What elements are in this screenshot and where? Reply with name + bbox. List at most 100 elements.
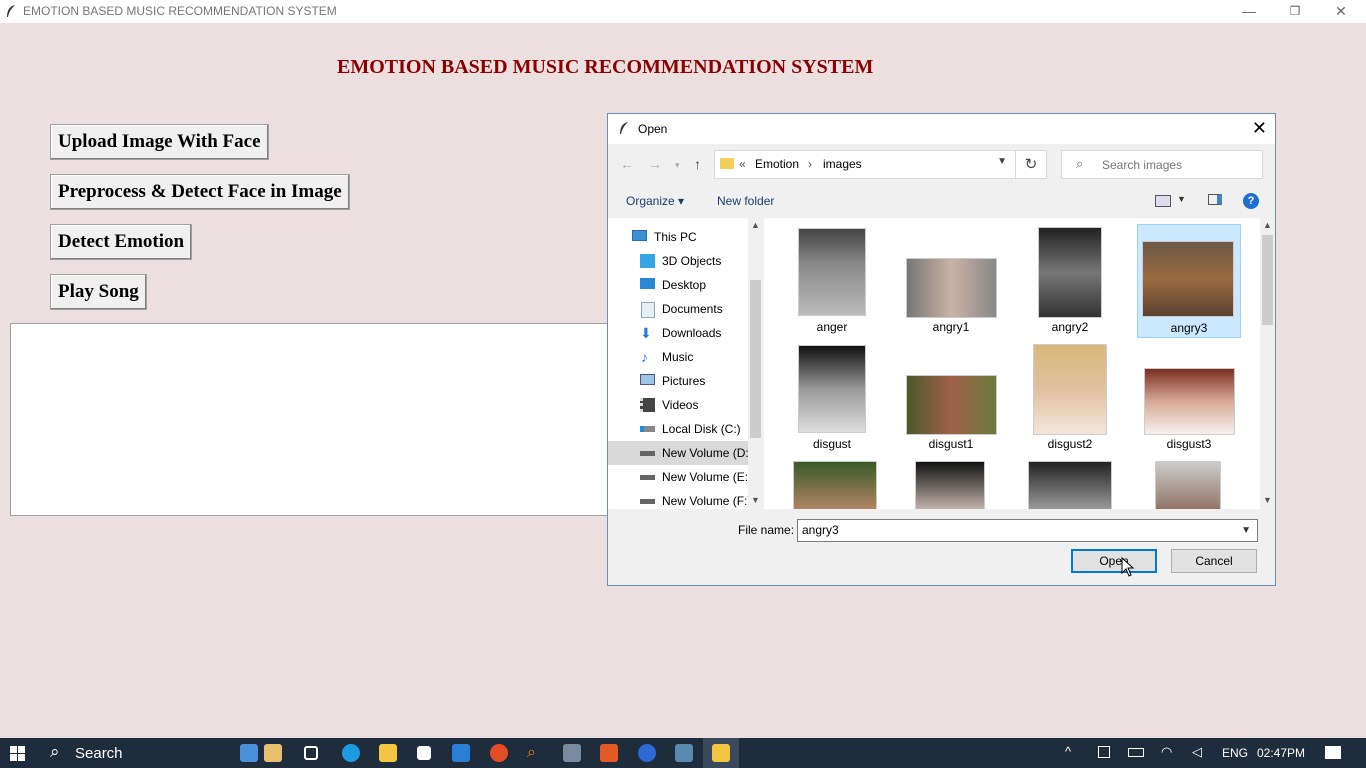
nav-item-3d-objects[interactable]: 3D Objects: [608, 249, 748, 273]
preview-pane-icon[interactable]: [1208, 194, 1222, 205]
task-view-icon[interactable]: [304, 746, 318, 760]
image-thumbnail: [1142, 241, 1234, 317]
organize-button[interactable]: Organize ▾: [626, 194, 684, 208]
search-input[interactable]: ⌕ Search images: [1061, 150, 1263, 179]
file-item[interactable]: [1018, 458, 1122, 509]
file-item-disgust1[interactable]: disgust1: [899, 341, 1003, 455]
chrome-icon[interactable]: [490, 744, 508, 762]
image-thumbnail: [1155, 461, 1221, 509]
battery-icon[interactable]: [1128, 748, 1144, 757]
search-tool-icon[interactable]: ⌕: [527, 744, 545, 762]
help-icon[interactable]: ?: [1243, 193, 1259, 209]
output-text-area[interactable]: [10, 323, 620, 516]
image-thumbnail: [906, 258, 997, 318]
detect-emotion-button[interactable]: Detect Emotion: [50, 224, 193, 260]
back-arrow-icon[interactable]: ←: [620, 156, 634, 172]
cancel-button[interactable]: Cancel: [1171, 549, 1257, 573]
file-item[interactable]: [1137, 458, 1241, 509]
clock[interactable]: 02:47PM: [1257, 746, 1305, 760]
nav-item-new-volume-e[interactable]: New Volume (E:): [608, 465, 752, 489]
play-song-button[interactable]: Play Song: [50, 274, 147, 310]
drive-icon: [640, 499, 655, 504]
notifications-icon[interactable]: [1325, 746, 1341, 759]
windows-start-icon[interactable]: [10, 746, 25, 761]
file-item-disgust3[interactable]: disgust3: [1137, 341, 1241, 455]
nav-item-pictures[interactable]: Pictures: [608, 369, 748, 393]
wifi-icon[interactable]: ◠: [1161, 744, 1172, 760]
maximize-button[interactable]: ❐: [1272, 0, 1318, 23]
vscode-icon[interactable]: [452, 744, 470, 762]
address-dropdown-icon[interactable]: ▼: [997, 156, 1007, 167]
image-thumbnail: [906, 375, 997, 435]
forward-arrow-icon[interactable]: →: [648, 156, 662, 172]
up-arrow-icon[interactable]: ↑: [694, 156, 701, 172]
image-thumbnail: [1038, 227, 1102, 318]
device-icon[interactable]: [1098, 746, 1110, 758]
nav-item-music[interactable]: ♪ Music: [608, 345, 748, 369]
nav-item-desktop[interactable]: Desktop: [608, 273, 748, 297]
file-item[interactable]: [780, 458, 884, 509]
dialog-titlebar: Open ✕: [608, 114, 1275, 144]
refresh-icon[interactable]: ↻: [1016, 150, 1047, 179]
navigation-pane: This PC 3D Objects Desktop Documents ⬇ D…: [608, 218, 763, 509]
file-name-input[interactable]: angry3 ▼: [797, 519, 1258, 542]
recent-locations-icon[interactable]: ▾: [675, 160, 680, 171]
app-icon[interactable]: [675, 744, 693, 762]
window-title: EMOTION BASED MUSIC RECOMMENDATION SYSTE…: [23, 4, 337, 18]
file-item-angry3[interactable]: angry3: [1137, 224, 1241, 338]
file-item-disgust[interactable]: disgust: [780, 341, 884, 455]
breadcrumb-emotion[interactable]: Emotion: [755, 157, 799, 171]
nav-item-documents[interactable]: Documents: [608, 297, 748, 321]
search-icon: ⌕: [1076, 156, 1084, 171]
nav-item-downloads[interactable]: ⬇ Downloads: [608, 321, 748, 345]
taskbar: ⌕ Search ⌕ ^ ◠ ◁ ENG 02:47PM: [0, 738, 1366, 768]
minimize-button[interactable]: —: [1226, 0, 1272, 23]
upload-image-button[interactable]: Upload Image With Face: [50, 124, 269, 160]
brave-icon[interactable]: [600, 744, 618, 762]
close-button[interactable]: ✕: [1318, 0, 1364, 23]
breadcrumb-images[interactable]: images: [823, 157, 862, 171]
file-item-angry1[interactable]: angry1: [899, 224, 1003, 338]
file-explorer-icon[interactable]: [379, 744, 397, 762]
language-indicator[interactable]: ENG: [1222, 746, 1248, 760]
view-dropdown-icon[interactable]: ▼: [1177, 194, 1186, 204]
file-list-scrollbar[interactable]: ▲ ▼: [1260, 218, 1275, 509]
disk-icon: [640, 426, 655, 432]
computer-icon: [632, 230, 647, 241]
app-icon[interactable]: [563, 744, 581, 762]
open-button[interactable]: Open: [1071, 549, 1157, 573]
volume-icon[interactable]: ◁: [1192, 744, 1202, 760]
python-icon[interactable]: [712, 744, 730, 762]
edge-icon[interactable]: [342, 744, 360, 762]
file-item[interactable]: [899, 458, 1003, 509]
taskbar-search[interactable]: ⌕ Search: [40, 738, 230, 768]
preprocess-detect-face-button[interactable]: Preprocess & Detect Face in Image: [50, 174, 350, 210]
drive-icon: [640, 451, 655, 456]
nav-item-new-volume-f[interactable]: New Volume (F:): [608, 489, 751, 509]
file-scroll-thumb[interactable]: [1262, 235, 1273, 325]
folder-icon: [720, 158, 734, 169]
breadcrumb-separator: ›: [808, 157, 812, 171]
nav-scroll-thumb[interactable]: [750, 280, 761, 438]
nav-item-videos[interactable]: Videos: [608, 393, 748, 417]
feather-icon: [620, 122, 628, 134]
app-icon[interactable]: [264, 744, 282, 762]
app-icon[interactable]: [417, 746, 431, 760]
file-item-anger[interactable]: anger: [780, 224, 884, 338]
image-thumbnail: [1144, 368, 1235, 435]
dialog-close-button[interactable]: ✕: [1252, 118, 1267, 139]
chevron-up-icon[interactable]: ^: [1065, 744, 1071, 759]
chevron-down-icon[interactable]: ▼: [1241, 520, 1251, 541]
nav-item-this-pc[interactable]: This PC: [608, 225, 748, 249]
nav-pane-scrollbar[interactable]: ▲ ▼: [748, 218, 763, 509]
file-item-angry2[interactable]: angry2: [1018, 224, 1122, 338]
nav-item-local-disk-c[interactable]: Local Disk (C:): [608, 417, 748, 441]
app-icon[interactable]: [240, 744, 258, 762]
breadcrumb-overflow[interactable]: «: [739, 157, 746, 171]
zoom-icon[interactable]: [638, 744, 656, 762]
view-options-icon[interactable]: [1155, 195, 1171, 207]
address-bar[interactable]: « Emotion › images ▼: [714, 150, 1016, 179]
file-item-disgust2[interactable]: disgust2: [1018, 341, 1122, 455]
new-folder-button[interactable]: New folder: [717, 194, 774, 208]
nav-item-new-volume-d[interactable]: New Volume (D:: [608, 441, 749, 465]
